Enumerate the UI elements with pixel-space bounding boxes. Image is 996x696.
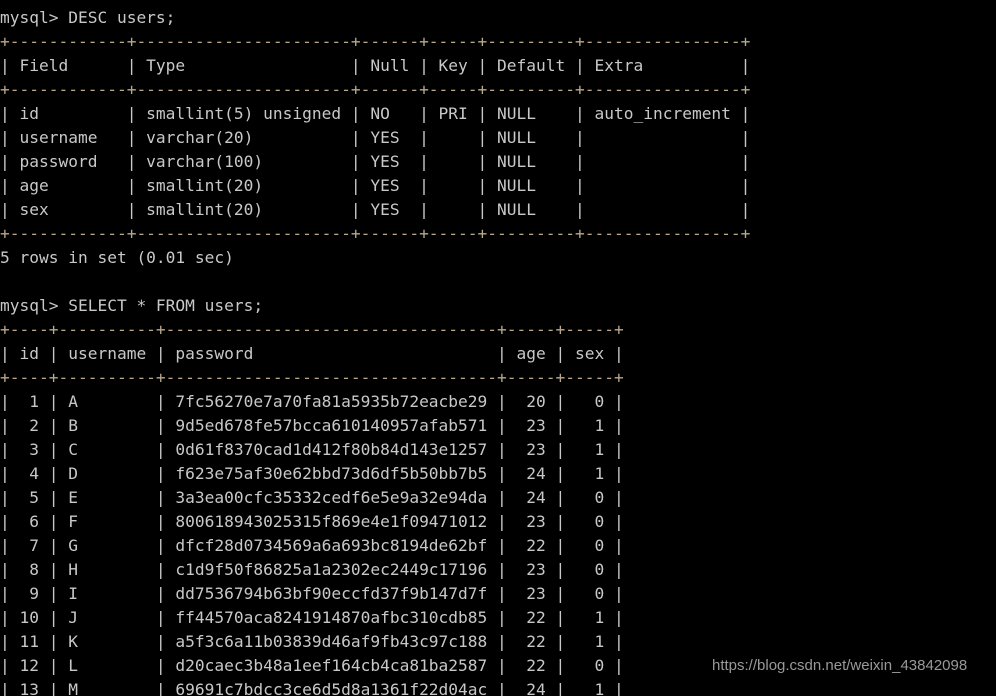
table-row: | 5 | E | 3a3ea00cfc35332cedf6e5e9a32e94… xyxy=(0,488,624,507)
table-row: | password | varchar(100) | YES | | NULL… xyxy=(0,152,751,171)
mysql-terminal-window[interactable]: mysql> DESC users; +------------+--------… xyxy=(0,0,996,696)
table-rule: +------------+----------------------+---… xyxy=(0,32,751,51)
table-rule: +------------+----------------------+---… xyxy=(0,80,751,99)
table-header-row: | id | username | password | age | sex | xyxy=(0,344,624,363)
table-row: | 1 | A | 7fc56270e7a70fa81a5935b72eacbe… xyxy=(0,392,624,411)
table-row: | 9 | I | dd7536794b63bf90eccfd37f9b147d… xyxy=(0,584,624,603)
table-row: | sex | smallint(20) | YES | | NULL | | xyxy=(0,200,751,219)
command-line: mysql> SELECT * FROM users; xyxy=(0,296,264,315)
table-row: | 4 | D | f623e75af30e62bbd73d6df5b50bb7… xyxy=(0,464,624,483)
table-header-row: | Field | Type | Null | Key | Default | … xyxy=(0,56,751,75)
table-row: | id | smallint(5) unsigned | NO | PRI |… xyxy=(0,104,751,123)
table-row: | 2 | B | 9d5ed678fe57bcca610140957afab5… xyxy=(0,416,624,435)
table-row: | username | varchar(20) | YES | | NULL … xyxy=(0,128,751,147)
table-rule: +----+----------+-----------------------… xyxy=(0,368,624,387)
table-row: | 12 | L | d20caec3b48a1eef164cb4ca81ba2… xyxy=(0,656,624,675)
table-row: | age | smallint(20) | YES | | NULL | | xyxy=(0,176,751,195)
table-rule: +------------+----------------------+---… xyxy=(0,224,751,243)
table-row: | 7 | G | dfcf28d0734569a6a693bc8194de62… xyxy=(0,536,624,555)
table-row: | 6 | F | 800618943025315f869e4e1f094710… xyxy=(0,512,624,531)
table-row: | 11 | K | a5f3c6a11b03839d46af9fb43c97c… xyxy=(0,632,624,651)
table-row: | 10 | J | ff44570aca8241914870afbc310cd… xyxy=(0,608,624,627)
status-line: 5 rows in set (0.01 sec) xyxy=(0,248,234,267)
table-row: | 3 | C | 0d61f8370cad1d412f80b84d143e12… xyxy=(0,440,624,459)
table-rule: +----+----------+-----------------------… xyxy=(0,320,624,339)
table-row: | 13 | M | 69691c7bdcc3ce6d5d8a1361f22d0… xyxy=(0,680,624,696)
table-row: | 8 | H | c1d9f50f86825a1a2302ec2449c171… xyxy=(0,560,624,579)
terminal-output: mysql> DESC users; +------------+--------… xyxy=(0,6,750,696)
command-line: mysql> DESC users; xyxy=(0,8,176,27)
